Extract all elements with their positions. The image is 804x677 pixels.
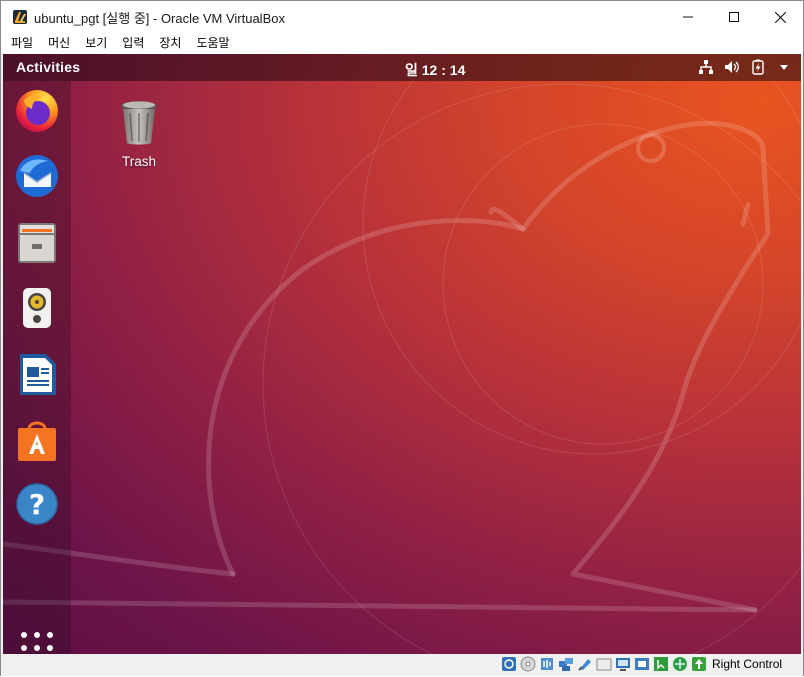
menu-view[interactable]: 보기 — [79, 33, 113, 54]
cpu-icon[interactable] — [672, 656, 688, 672]
mouse-integration-icon[interactable] — [653, 656, 669, 672]
hard-disk-icon[interactable] — [501, 656, 517, 672]
writer-icon — [14, 351, 60, 397]
files-icon — [14, 219, 60, 265]
virtualbox-app-icon — [12, 9, 28, 25]
recording-icon[interactable] — [634, 656, 650, 672]
software-icon — [14, 417, 60, 463]
usb-icon[interactable] — [577, 656, 593, 672]
host-key-arrow-icon[interactable] — [691, 656, 707, 672]
svg-text:?: ? — [29, 488, 45, 521]
menu-input[interactable]: 입력 — [116, 33, 150, 54]
rhythmbox-icon — [14, 285, 60, 331]
menu-machine[interactable]: 머신 — [42, 33, 76, 54]
activities-button[interactable]: Activities — [16, 59, 80, 75]
system-menu-arrow-icon[interactable] — [775, 58, 793, 76]
volume-icon[interactable] — [723, 58, 741, 76]
dock-item-thunderbird[interactable] — [13, 152, 61, 200]
dock-item-software[interactable] — [13, 416, 61, 464]
virtualbox-window: ubuntu_pgt [실행 중] - Oracle VM VirtualBox… — [0, 0, 804, 676]
dock-item-files[interactable] — [13, 218, 61, 266]
guest-display[interactable]: Activities 일 12 : 14 ? Trash — [3, 54, 801, 654]
trash-icon — [118, 99, 160, 152]
dock-item-rhythmbox[interactable] — [13, 284, 61, 332]
close-button[interactable] — [757, 1, 803, 33]
show-applications-button[interactable] — [20, 631, 54, 654]
trash-label: Trash — [121, 154, 156, 169]
network-icon[interactable] — [697, 58, 715, 76]
menu-devices[interactable]: 장치 — [153, 33, 187, 54]
status-bar: Right Control — [1, 654, 803, 676]
dock-item-writer[interactable] — [13, 350, 61, 398]
optical-drive-icon[interactable] — [520, 656, 536, 672]
dock-item-help[interactable]: ? — [13, 480, 61, 528]
menu-file[interactable]: 파일 — [5, 33, 39, 54]
minimize-button[interactable] — [665, 1, 711, 33]
menu-bar: 파일 머신 보기 입력 장치 도움말 — [1, 33, 803, 54]
display-icon[interactable] — [615, 656, 631, 672]
title-bar[interactable]: ubuntu_pgt [실행 중] - Oracle VM VirtualBox — [1, 1, 803, 33]
audio-icon[interactable] — [539, 656, 555, 672]
firefox-icon — [14, 87, 60, 133]
system-tray[interactable] — [689, 58, 793, 76]
thunderbird-icon — [14, 153, 60, 199]
clock[interactable]: 일 12 : 14 — [405, 60, 465, 80]
desktop-trash[interactable]: Trash — [107, 99, 171, 171]
ubuntu-dock: ? — [3, 81, 71, 654]
dock-item-firefox[interactable] — [13, 86, 61, 134]
host-key-label: Right Control — [712, 657, 783, 671]
window-title: ubuntu_pgt [실행 중] - Oracle VM VirtualBox — [34, 10, 285, 26]
menu-help[interactable]: 도움말 — [190, 33, 235, 54]
gnome-top-bar: Activities 일 12 : 14 — [3, 54, 801, 81]
battery-icon[interactable] — [749, 58, 767, 76]
help-icon: ? — [14, 481, 60, 527]
shared-folders-icon[interactable] — [596, 656, 612, 672]
network-adapter-icon[interactable] — [558, 656, 574, 672]
maximize-button[interactable] — [711, 1, 757, 33]
